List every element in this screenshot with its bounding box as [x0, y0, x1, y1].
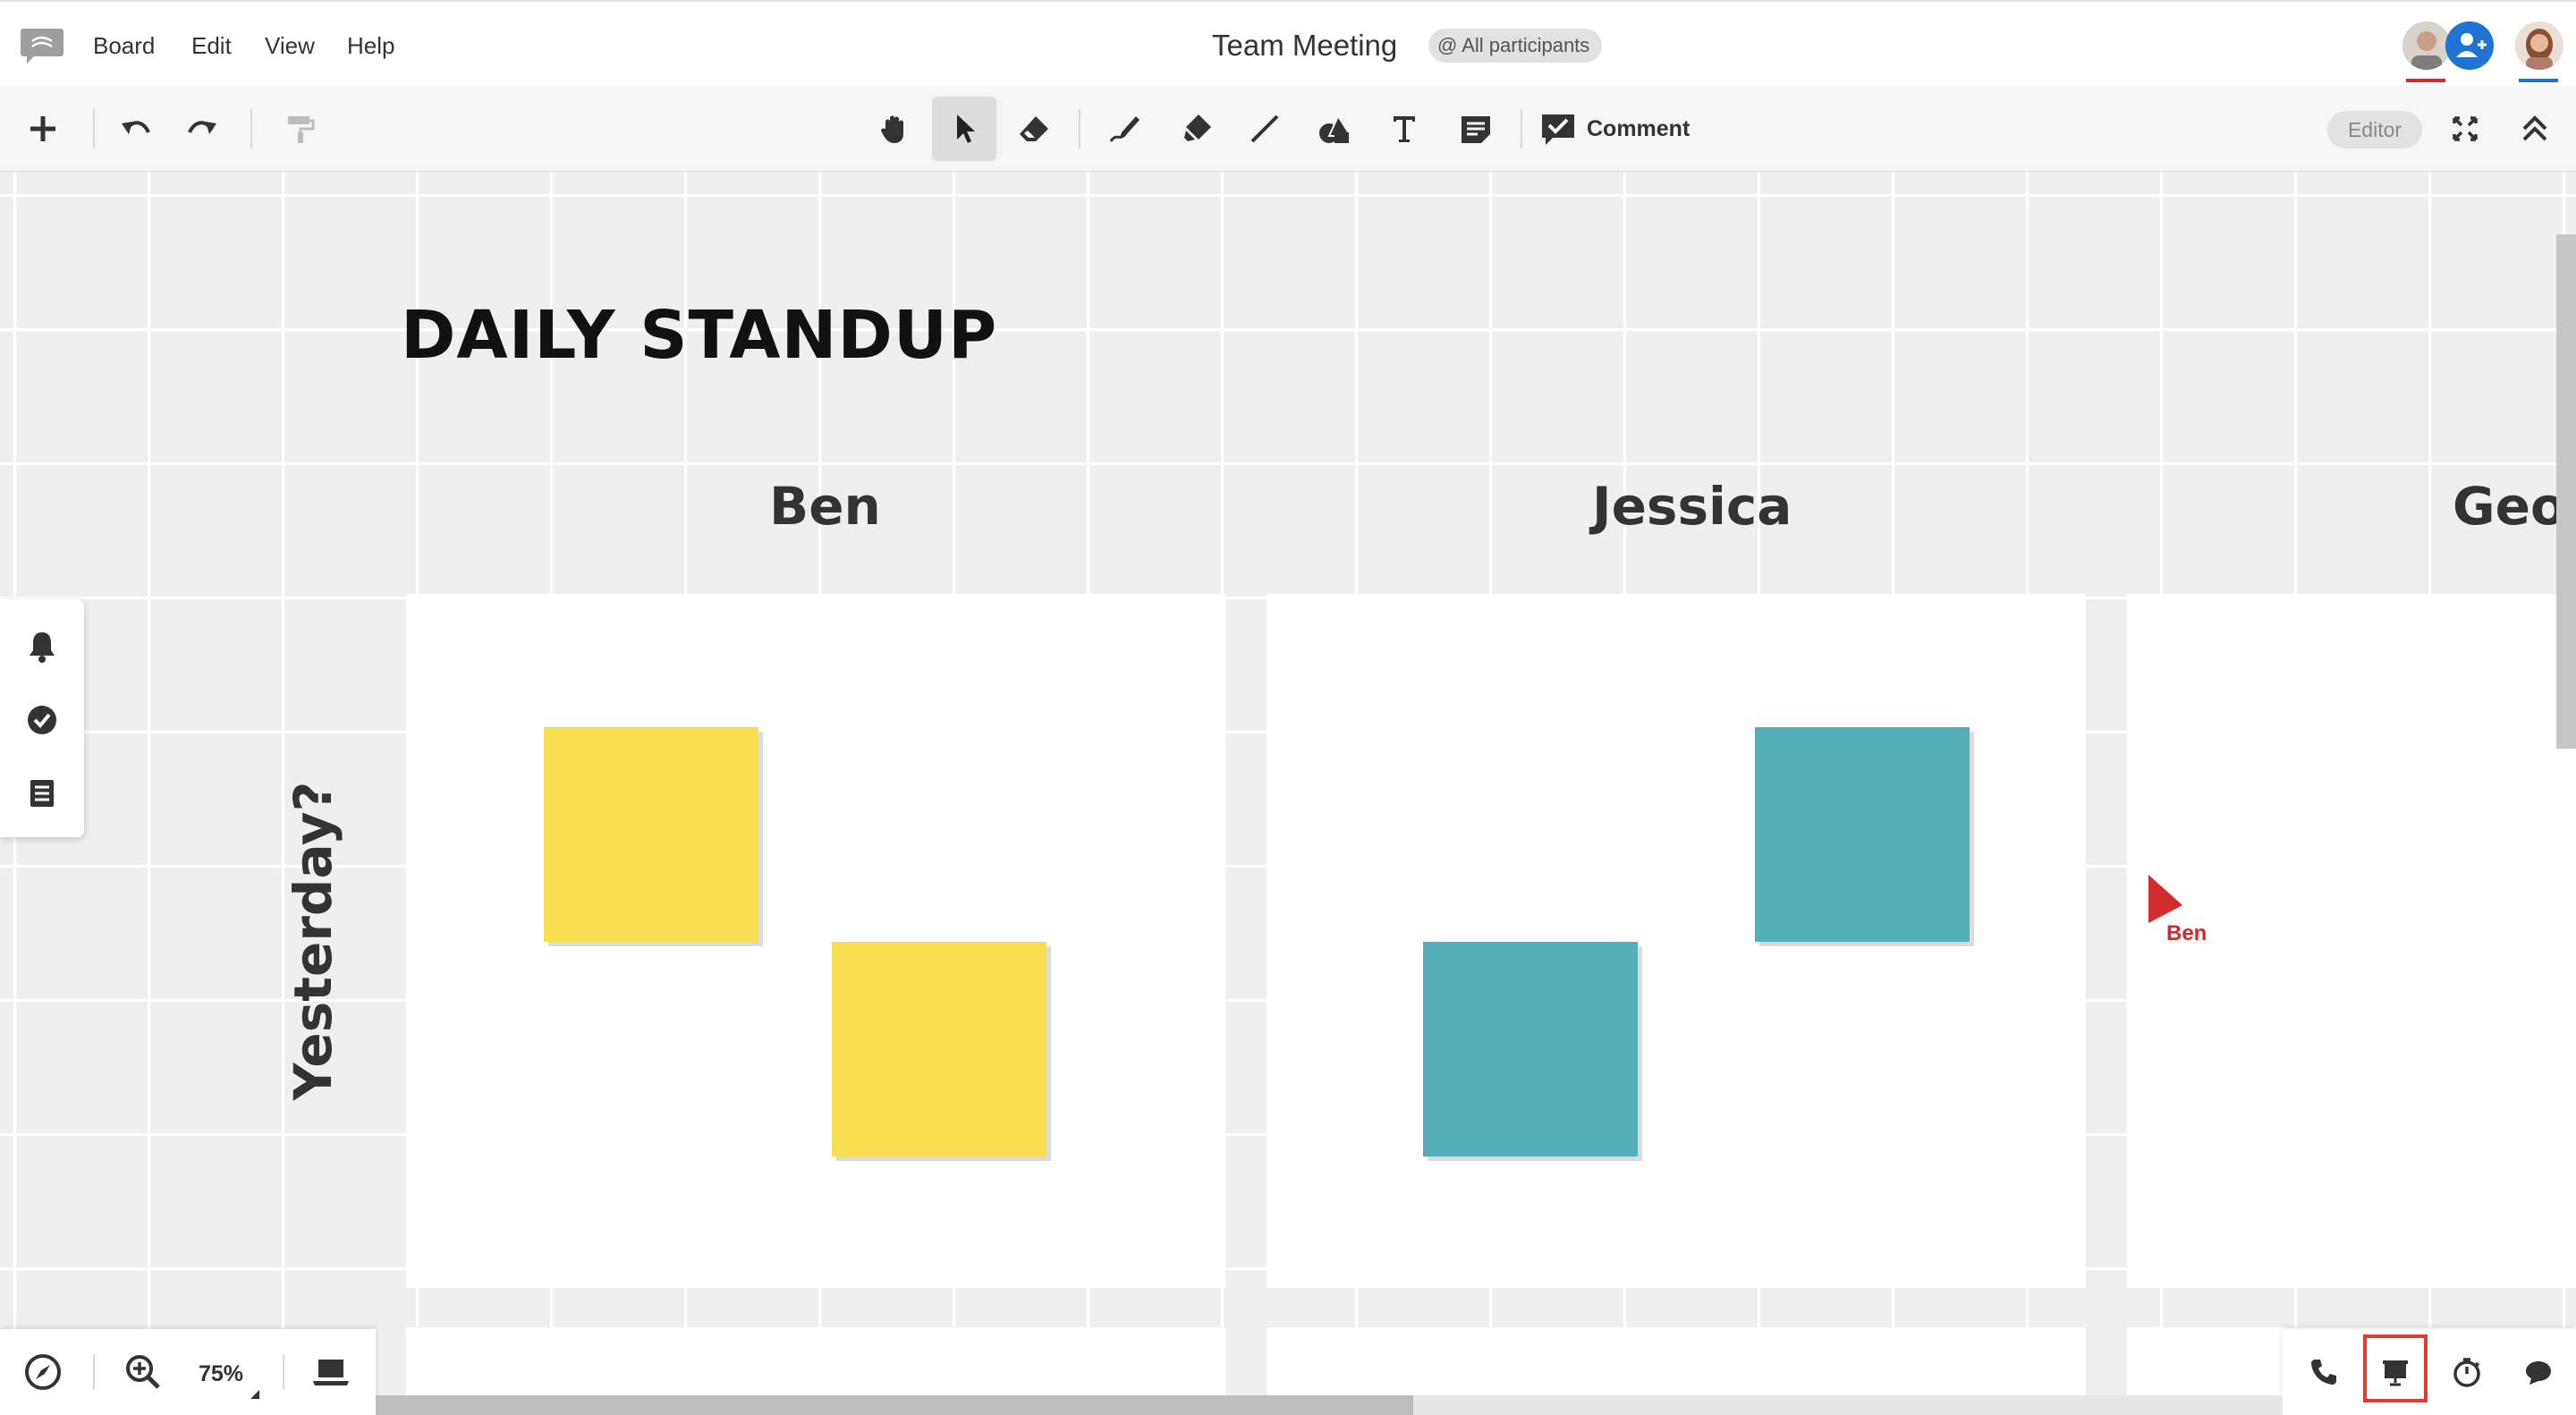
avatar-presence-indicator — [2406, 79, 2445, 82]
hand-icon — [881, 115, 903, 143]
laptop-icon — [313, 1360, 349, 1385]
board-heading[interactable]: DAILY STANDUP — [401, 297, 997, 374]
board-title[interactable]: Team Meeting — [1212, 29, 1397, 63]
undo-icon — [122, 121, 150, 134]
presentation-mode-button[interactable] — [2376, 1352, 2415, 1392]
sticky-note-tool-button[interactable] — [1444, 97, 1508, 161]
add-participant-button[interactable] — [2445, 21, 2494, 70]
format-painter-button[interactable] — [267, 97, 331, 161]
side-panel — [0, 599, 84, 837]
toolbar-divider — [250, 109, 252, 148]
fit-to-screen-button[interactable] — [2433, 97, 2497, 161]
comment-label: Comment — [1587, 115, 1690, 141]
redo-icon — [188, 121, 216, 134]
toolbar-divider — [1521, 109, 1522, 148]
eraser-tool-button[interactable] — [1002, 97, 1066, 161]
row-header-yesterday[interactable]: Yesterday? — [283, 782, 343, 1101]
add-button[interactable] — [11, 97, 75, 161]
present-screen-button[interactable] — [308, 1349, 354, 1395]
avatar[interactable] — [2515, 21, 2563, 70]
shapes-icon — [1319, 114, 1352, 143]
panel-ben-yesterday[interactable] — [406, 594, 1225, 1288]
sticky-note-yellow[interactable] — [832, 942, 1046, 1157]
undo-button[interactable] — [104, 97, 168, 161]
bottom-left-bar: 75% — [0, 1329, 376, 1415]
vertical-scrollbar-thumb[interactable] — [2556, 234, 2576, 749]
user-avatar-icon — [2515, 21, 2563, 70]
outline-button[interactable] — [21, 773, 63, 814]
menu-board[interactable]: Board — [93, 32, 155, 60]
navigator-button[interactable] — [20, 1349, 66, 1395]
text-tool-button[interactable] — [1372, 97, 1436, 161]
remote-cursor-icon — [2148, 875, 2182, 923]
whiteboard-canvas[interactable]: DAILY STANDUP Ben Jessica Geor Yesterday… — [0, 172, 2576, 1415]
timer-button[interactable] — [2447, 1352, 2487, 1392]
select-icon — [957, 114, 975, 143]
pen-icon — [1109, 116, 1140, 142]
toolbar-divider — [283, 1354, 284, 1390]
notifications-button[interactable] — [21, 626, 63, 667]
toolbar-divider — [93, 1354, 95, 1390]
dropdown-caret-icon — [250, 1390, 259, 1399]
redo-button[interactable] — [170, 97, 234, 161]
comment-tool-button[interactable]: Comment — [1540, 97, 1701, 161]
toolbar-divider — [93, 109, 95, 148]
highlighter-icon — [1184, 114, 1211, 141]
sticky-note-icon — [1462, 116, 1490, 143]
hand-tool-button[interactable] — [862, 97, 927, 161]
chevron-up-double-icon — [2522, 115, 2547, 141]
sticky-note-teal[interactable] — [1423, 942, 1638, 1157]
menu-help[interactable]: Help — [347, 32, 394, 60]
text-icon — [1394, 116, 1415, 142]
highlighter-tool-button[interactable] — [1165, 97, 1229, 161]
add-user-icon — [2445, 21, 2494, 70]
menu-bar: Board Edit View Help Team Meeting @ All … — [0, 0, 2576, 86]
fit-screen-icon — [2453, 116, 2478, 141]
menu-view[interactable]: View — [265, 32, 315, 60]
shapes-tool-button[interactable] — [1302, 97, 1367, 161]
bell-icon — [30, 632, 55, 663]
check-circle-icon — [28, 706, 56, 734]
sticky-note-teal[interactable] — [1755, 727, 1970, 942]
app-logo-icon[interactable] — [20, 27, 64, 64]
horizontal-scrollbar-thumb[interactable] — [376, 1395, 1413, 1415]
editor-role-badge: Editor — [2327, 111, 2422, 148]
zoom-in-button[interactable] — [120, 1349, 166, 1395]
tasks-button[interactable] — [21, 699, 63, 741]
toolbar: Comment Editor — [0, 86, 2576, 172]
menu-edit[interactable]: Edit — [191, 32, 232, 60]
chat-icon — [2526, 1361, 2551, 1385]
avatar-presence-indicator — [2519, 79, 2558, 82]
select-tool-button[interactable] — [932, 97, 996, 161]
add-icon — [30, 116, 55, 141]
zoom-level-dropdown[interactable]: 75% — [199, 1361, 243, 1387]
compass-icon — [25, 1354, 61, 1390]
format-painter-icon — [288, 116, 315, 143]
remote-cursor-label: Ben — [2166, 921, 2207, 945]
column-header-ben[interactable]: Ben — [769, 476, 881, 537]
present-icon — [2383, 1360, 2408, 1386]
phone-icon — [2311, 1360, 2336, 1385]
avatar[interactable] — [2402, 21, 2451, 70]
column-header-jessica[interactable]: Jessica — [1592, 476, 1792, 537]
chat-button[interactable] — [2519, 1352, 2558, 1392]
toolbar-divider — [1079, 109, 1080, 148]
comment-icon — [1542, 114, 1574, 145]
pen-tool-button[interactable] — [1093, 97, 1157, 161]
list-icon — [30, 780, 54, 807]
bottom-right-bar — [2283, 1329, 2576, 1415]
line-icon — [1250, 114, 1279, 143]
timer-icon — [2453, 1358, 2480, 1387]
call-button[interactable] — [2304, 1352, 2343, 1392]
user-avatar-icon — [2402, 21, 2451, 70]
collapse-toolbar-button[interactable] — [2503, 97, 2567, 161]
mention-chip[interactable]: @ All participants — [1428, 29, 1603, 63]
sticky-note-yellow[interactable] — [544, 727, 758, 942]
zoom-in-icon — [126, 1355, 160, 1389]
eraser-icon — [1020, 116, 1048, 141]
line-tool-button[interactable] — [1233, 97, 1297, 161]
